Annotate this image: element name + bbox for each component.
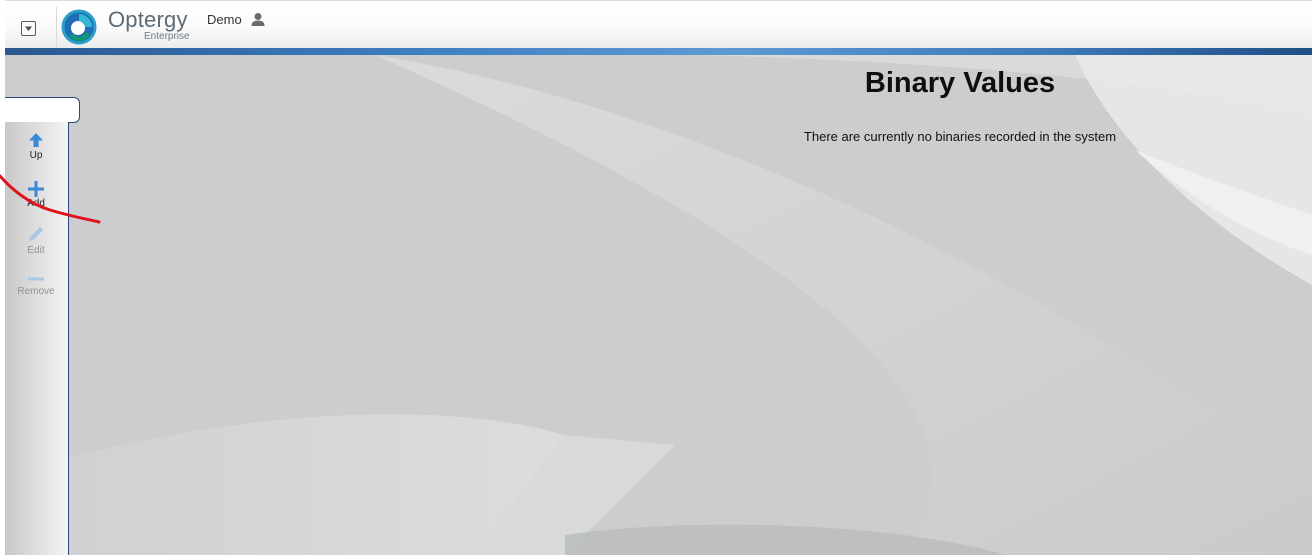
optergy-logo-icon xyxy=(61,9,97,45)
user-icon[interactable] xyxy=(251,12,265,26)
user-name[interactable]: Demo xyxy=(207,12,242,27)
brand-subtitle: Enterprise xyxy=(144,31,190,42)
page-title: Binary Values xyxy=(864,67,1056,99)
dropdown-toggle-icon xyxy=(25,26,32,31)
edit-label: Edit xyxy=(27,245,45,256)
menu-toggle-button[interactable] xyxy=(21,21,36,36)
empty-state-message: There are currently no binaries recorded… xyxy=(803,129,1117,144)
remove-label: Remove xyxy=(17,286,55,297)
arrow-up-icon xyxy=(29,133,43,147)
up-button[interactable]: Up xyxy=(5,132,67,161)
sidebar-tab[interactable] xyxy=(5,97,80,123)
edit-button[interactable]: Edit xyxy=(5,225,67,256)
remove-button[interactable]: Remove xyxy=(5,274,67,297)
minus-icon xyxy=(28,277,44,281)
top-header: Optergy Enterprise Demo xyxy=(5,0,1312,48)
app-window: Optergy Enterprise Demo Up Add Edit Remo… xyxy=(0,0,1312,555)
header-accent-bar xyxy=(5,48,1312,55)
brand-name: Optergy xyxy=(108,7,188,32)
header-divider xyxy=(56,7,57,47)
annotation-stroke xyxy=(0,174,101,224)
